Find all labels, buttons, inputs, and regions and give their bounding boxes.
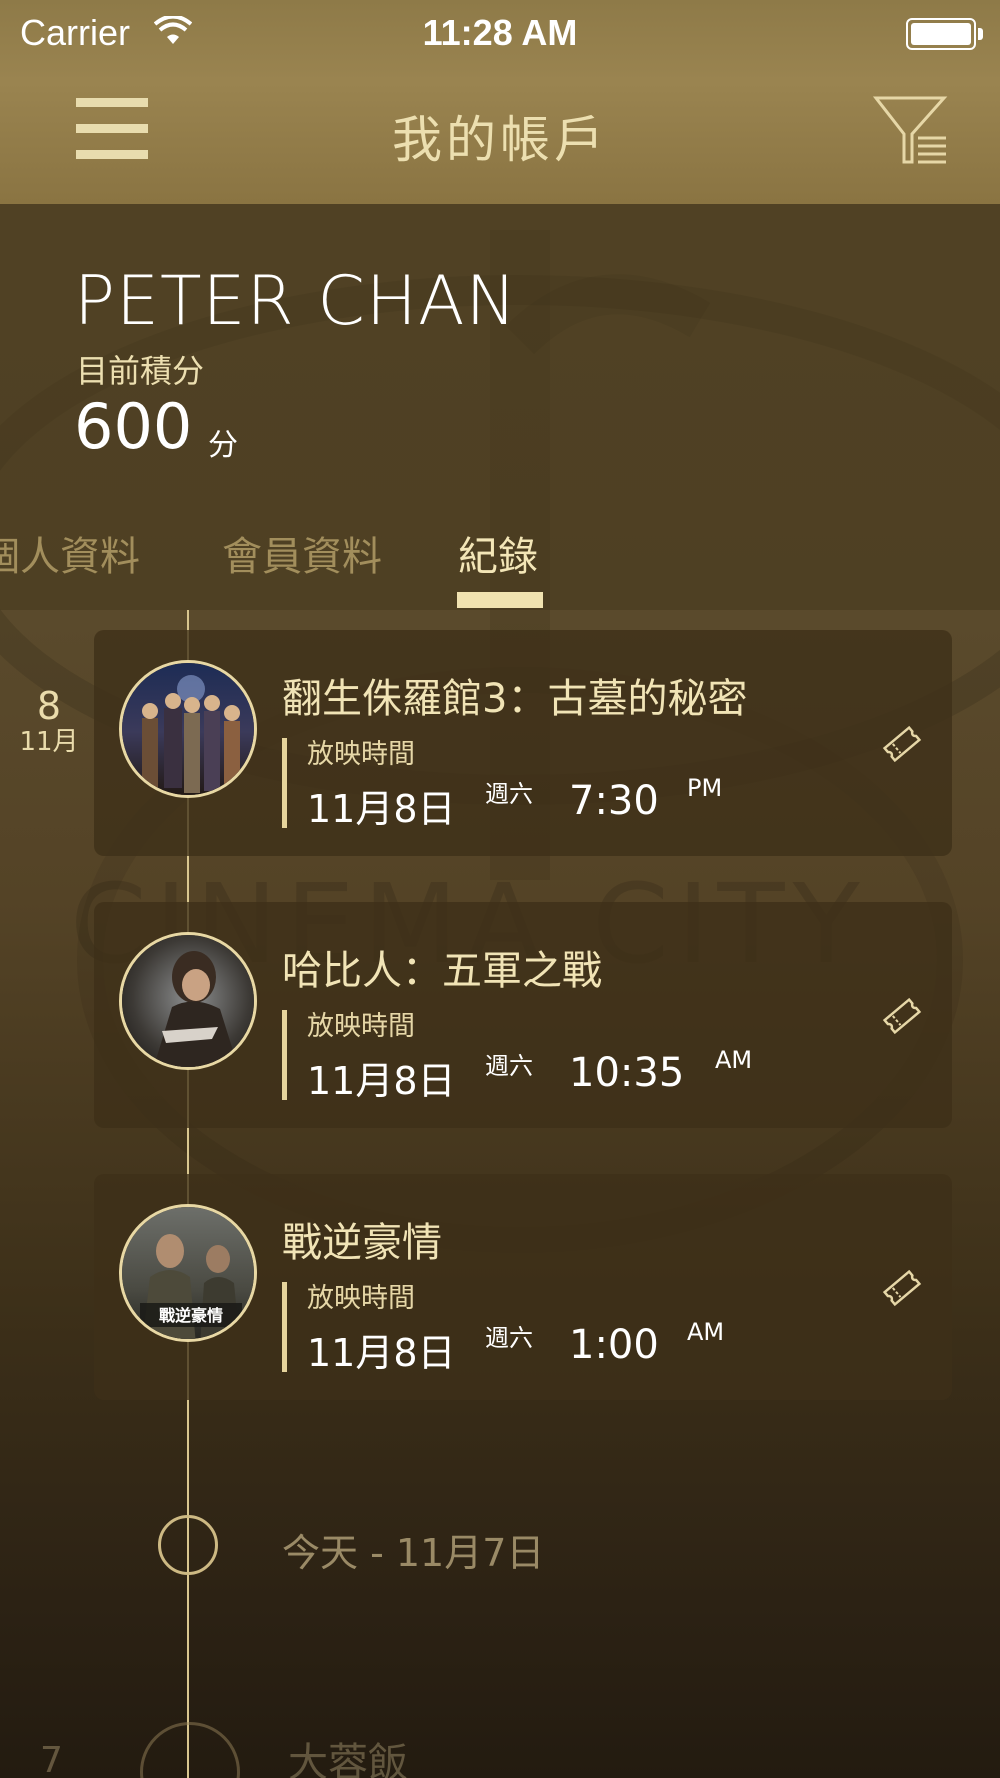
showtime-label: 放映時間 (307, 1011, 415, 1042)
ticket-icon[interactable] (880, 722, 924, 766)
movie-poster: 戰逆豪情 (119, 1204, 257, 1342)
status-time: 11:28 AM (422, 12, 578, 53)
showtime-label: 放映時間 (307, 739, 415, 770)
date-month: 11月 (19, 727, 79, 757)
showtime-block: 放映時間 11月8日 週六 7:30 PM (282, 738, 722, 831)
today-marker (158, 1515, 218, 1575)
show-ampm: AM (687, 1318, 725, 1346)
filter-icon[interactable] (872, 92, 950, 168)
points-value: 600 (74, 390, 193, 463)
show-date: 11月8日 (307, 1331, 456, 1375)
ticket-icon[interactable] (880, 1266, 924, 1310)
account-tabs: 個人資料 會員資料 紀錄 (0, 510, 1000, 610)
points-unit: 分 (208, 428, 238, 463)
show-weekday: 週六 (485, 1324, 533, 1352)
movie-title: 戰逆豪情 (282, 1220, 442, 1266)
status-bar: Carrier 11:28 AM (0, 0, 1000, 66)
svg-text:戰逆豪情: 戰逆豪情 (159, 1306, 223, 1325)
show-time: 7:30 (569, 778, 659, 824)
today-label: 今天 - 11月7日 (282, 1531, 545, 1575)
tab-member-info[interactable]: 會員資料 (222, 524, 382, 582)
show-time: 1:00 (569, 1322, 659, 1368)
nav-header: Carrier 11:28 AM 我的帳戶 (0, 0, 1000, 204)
booking-card[interactable]: 戰逆豪情 戰逆豪情 放映時間 11月8日 週六 1:00 AM (94, 1174, 952, 1400)
page-title: 我的帳戶 (392, 111, 608, 169)
show-time: 10:35 (569, 1050, 685, 1096)
show-weekday: 週六 (485, 780, 533, 808)
screen: CINEMA CITY Carrier 11:28 AM 我的帳戶 (0, 0, 1000, 1778)
showtime-block: 放映時間 11月8日 週六 10:35 AM (282, 1010, 752, 1103)
active-tab-indicator (457, 592, 543, 608)
next-entry-title: 大蓉飯 (288, 1740, 408, 1778)
show-ampm: AM (715, 1046, 753, 1074)
showtime-block: 放映時間 11月8日 週六 1:00 AM (282, 1282, 724, 1375)
timeline-date-marker: 8 11月 (14, 686, 84, 758)
tab-personal-info[interactable]: 個人資料 (0, 524, 140, 582)
points-label: 目前積分 (76, 352, 205, 390)
show-weekday: 週六 (485, 1052, 533, 1080)
show-date: 11月8日 (307, 1059, 456, 1103)
showtime-label: 放映時間 (307, 1283, 415, 1314)
movie-poster (119, 932, 257, 1070)
movie-poster (119, 660, 257, 798)
battery-icon (906, 18, 983, 50)
date-day: 8 (36, 684, 62, 728)
next-date-marker: 7 (40, 1740, 63, 1778)
ticket-icon[interactable] (880, 994, 924, 1038)
booking-card[interactable]: 哈比人：五軍之戰 放映時間 11月8日 週六 10:35 AM (94, 902, 952, 1128)
movie-title: 翻生侏羅館3：古墓的秘密 (282, 676, 748, 722)
next-entry-poster (140, 1722, 240, 1778)
tab-records[interactable]: 紀錄 (458, 524, 538, 582)
show-date: 11月8日 (307, 787, 456, 831)
booking-card[interactable]: 翻生侏羅館3：古墓的秘密 放映時間 11月8日 週六 7:30 PM (94, 630, 952, 856)
movie-title: 哈比人：五軍之戰 (282, 948, 602, 994)
user-name: PETER CHAN (74, 262, 518, 341)
show-ampm: PM (687, 774, 723, 802)
